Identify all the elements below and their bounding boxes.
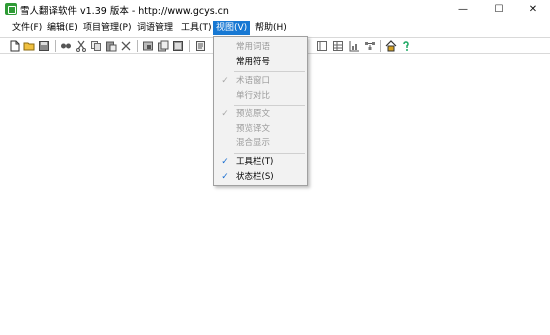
doc-icon[interactable] — [157, 40, 169, 52]
view-menu-dropdown: 常用词语 常用符号 ✓ 术语窗口 单行对比 ✓ 预览原文 预览译文 混合显示 ✓… — [213, 36, 308, 186]
menu-item-preview-source: ✓ 预览原文 — [214, 107, 307, 121]
home-icon[interactable] — [385, 40, 397, 52]
menu-item-label: 预览译文 — [236, 124, 271, 134]
chart-icon[interactable] — [348, 40, 360, 52]
toolbar-separator — [55, 40, 56, 52]
menu-item-label: 状态栏(S) — [236, 172, 274, 182]
cut-icon[interactable] — [75, 40, 87, 52]
menu-item-common-symbols[interactable]: 常用符号 — [214, 55, 307, 69]
delete-icon[interactable] — [120, 40, 132, 52]
menu-terms[interactable]: 词语管理 — [134, 21, 176, 35]
menu-edit[interactable]: 编辑(E) — [44, 21, 81, 35]
menu-item-label: 工具栏(T) — [236, 157, 274, 167]
check-icon: ✓ — [221, 76, 229, 86]
record-icon[interactable] — [142, 40, 154, 52]
copy-icon[interactable] — [90, 40, 102, 52]
menu-item-mixed-display: 混合显示 — [214, 136, 307, 150]
check-icon — [219, 40, 231, 54]
menu-separator — [234, 71, 305, 72]
menu-item-label: 混合显示 — [236, 138, 271, 148]
check-icon: ✓ — [221, 172, 229, 182]
app-logo-icon — [5, 3, 17, 15]
maximize-button[interactable]: ☐ — [482, 0, 516, 18]
title-bar: 雪人翻译软件 v1.39 版本 - http://www.gcys.cn — ☐… — [0, 0, 550, 18]
menu-item-label: 常用词语 — [236, 42, 271, 52]
menu-item-label: 单行对比 — [236, 91, 271, 101]
check-icon: ✓ — [221, 109, 229, 119]
doc-stack-icon[interactable] — [172, 40, 184, 52]
toolbar-separator — [380, 40, 381, 52]
menu-item-common-words: 常用词语 — [214, 40, 307, 54]
panel-icon[interactable] — [316, 40, 328, 52]
menu-project[interactable]: 项目管理(P) — [80, 21, 134, 35]
menu-item-preview-translation: 预览译文 — [214, 122, 307, 136]
window-title: 雪人翻译软件 v1.39 版本 - http://www.gcys.cn — [20, 6, 229, 17]
find-icon[interactable] — [60, 40, 72, 52]
menu-item-toolbar[interactable]: ✓ 工具栏(T) — [214, 155, 307, 169]
open-folder-icon[interactable] — [23, 40, 35, 52]
close-button[interactable]: ✕ — [516, 0, 550, 18]
check-icon — [219, 122, 231, 136]
menu-item-statusbar[interactable]: ✓ 状态栏(S) — [214, 170, 307, 184]
edit-icon[interactable] — [195, 40, 207, 52]
toolbar-separator — [189, 40, 190, 52]
menu-item-label: 常用符号 — [236, 57, 271, 67]
menu-item-label: 预览原文 — [236, 109, 271, 119]
paste-icon[interactable] — [105, 40, 117, 52]
menu-view[interactable]: 视图(V) — [213, 21, 251, 35]
toolbar-separator — [137, 40, 138, 52]
diagram-icon[interactable] — [364, 40, 376, 52]
table-icon[interactable] — [332, 40, 344, 52]
menu-separator — [234, 105, 305, 106]
minimize-button[interactable]: — — [446, 0, 480, 18]
save-icon[interactable] — [38, 40, 50, 52]
menu-item-label: 术语窗口 — [236, 76, 271, 86]
menu-file[interactable]: 文件(F) — [9, 21, 45, 35]
new-file-icon[interactable] — [9, 40, 21, 52]
menu-separator — [234, 153, 305, 154]
check-icon: ✓ — [221, 157, 229, 167]
help-icon[interactable] — [400, 40, 412, 52]
check-icon — [219, 55, 231, 69]
menu-bar: 文件(F) 编辑(E) 项目管理(P) 词语管理 工具(T) 视图(V) 帮助(… — [0, 20, 550, 36]
menu-item-term-window: ✓ 术语窗口 — [214, 74, 307, 88]
check-icon — [219, 136, 231, 150]
menu-help[interactable]: 帮助(H) — [252, 21, 290, 35]
menu-item-single-line-compare: 单行对比 — [214, 89, 307, 103]
check-icon — [219, 89, 231, 103]
menu-tools[interactable]: 工具(T) — [178, 21, 215, 35]
